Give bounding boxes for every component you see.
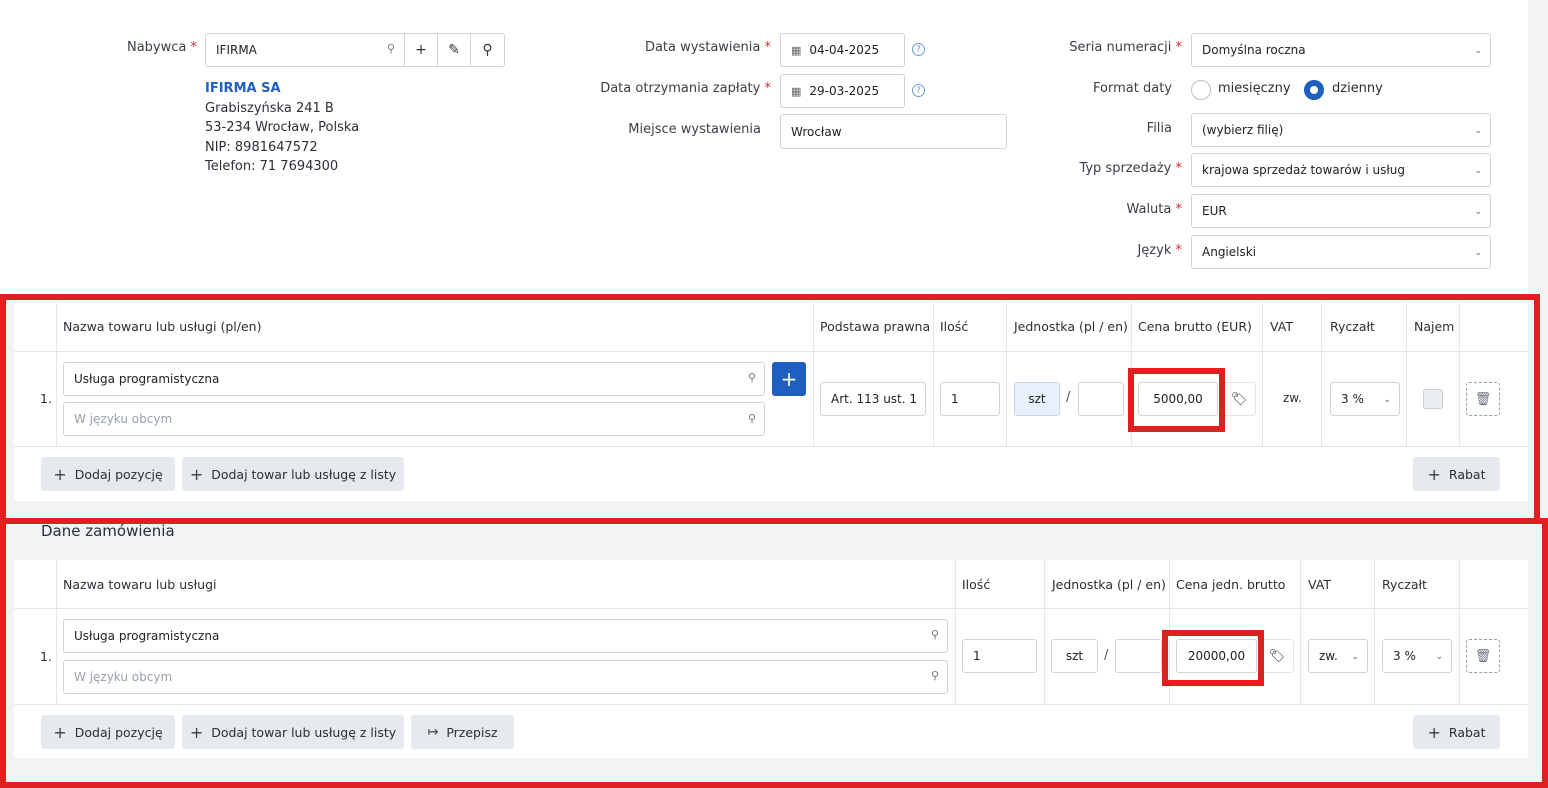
currency-select[interactable]: EUR	[1191, 194, 1491, 228]
sale-type-label: Typ sprzedaży *	[1079, 161, 1182, 176]
chevron-down-icon	[1474, 126, 1482, 136]
highlight-box-order-price	[1162, 630, 1264, 686]
buyer-label: Nabywca *	[126, 40, 197, 55]
radio-monthly[interactable]	[1191, 80, 1211, 100]
date-format-label: Format daty	[1093, 81, 1172, 96]
sale-type-select[interactable]: krajowa sprzedaż towarów i usług	[1191, 153, 1491, 187]
language-select[interactable]: Angielski	[1191, 235, 1491, 269]
search-buyer-button[interactable]: ⚲	[470, 33, 505, 67]
help-icon[interactable]: ?	[912, 84, 925, 97]
series-label: Seria numeracji *	[1069, 40, 1182, 55]
branch-label: Filia	[1146, 121, 1172, 136]
search-icon: ⚲	[387, 42, 396, 55]
radio-monthly-label: miesięczny	[1218, 81, 1291, 96]
chevron-down-icon	[1474, 207, 1482, 217]
currency-label: Waluta *	[1126, 202, 1182, 217]
chevron-down-icon	[1474, 46, 1482, 56]
calendar-icon: ▦	[791, 84, 802, 98]
issue-date-label: Data wystawienia *	[644, 40, 771, 55]
buyer-address-line2: 53-234 Wrocław, Polska	[205, 120, 360, 135]
buyer-name: IFIRMA SA	[205, 81, 281, 96]
chevron-down-icon	[1474, 248, 1482, 258]
buyer-input[interactable]: IFIRMA	[205, 33, 405, 67]
series-select[interactable]: Domyślna roczna	[1191, 33, 1491, 67]
radio-daily[interactable]	[1304, 80, 1324, 100]
highlight-box-order	[0, 518, 1548, 788]
add-buyer-button[interactable]: +	[404, 33, 438, 67]
place-label: Miejsce wystawienia	[628, 122, 761, 137]
chevron-down-icon	[1474, 166, 1482, 176]
highlight-box-items	[0, 294, 1540, 524]
buyer-phone: Telefon: 71 7694300	[205, 159, 339, 174]
language-label: Język *	[1137, 243, 1182, 258]
calendar-icon: ▦	[791, 43, 802, 57]
place-input[interactable]: Wrocław	[780, 114, 1007, 149]
buyer-nip: NIP: 8981647572	[205, 140, 318, 155]
edit-icon[interactable]: ✎	[437, 33, 471, 67]
payment-date-input[interactable]: ▦ 29-03-2025	[780, 74, 905, 108]
issue-date-input[interactable]: ▦ 04-04-2025	[780, 33, 905, 67]
radio-daily-label: dzienny	[1332, 81, 1383, 96]
branch-select[interactable]: (wybierz filię)	[1191, 113, 1491, 147]
payment-date-label: Data otrzymania zapłaty *	[600, 81, 771, 96]
help-icon[interactable]: ?	[912, 43, 925, 56]
highlight-box-price	[1128, 368, 1225, 432]
buyer-address-line1: Grabiszyńska 241 B	[205, 101, 334, 116]
